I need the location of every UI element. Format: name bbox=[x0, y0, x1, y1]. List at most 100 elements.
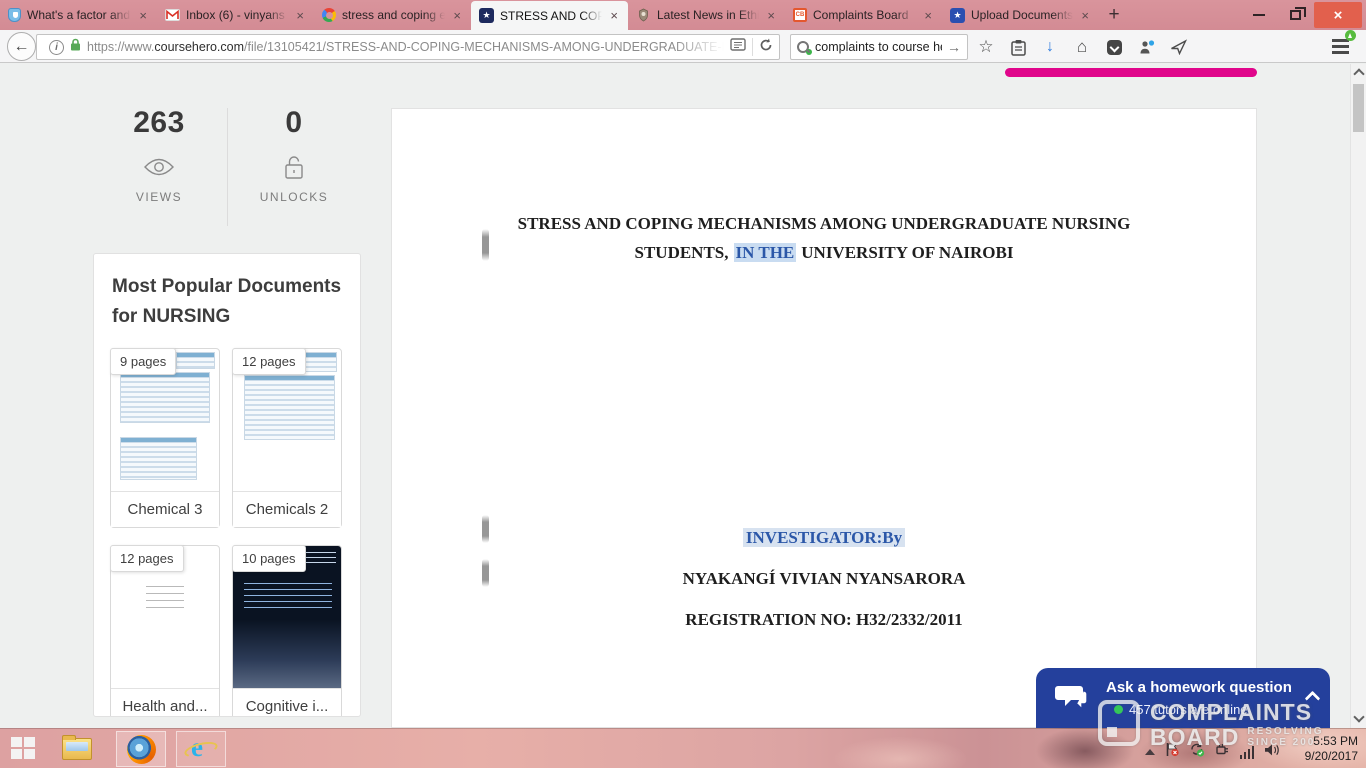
views-stat: 263 VIEWS bbox=[99, 106, 219, 204]
shield-favicon-icon bbox=[8, 8, 21, 22]
pocket-icon[interactable] bbox=[1104, 40, 1124, 55]
address-bar[interactable]: i https://www.coursehero.com/file/131054… bbox=[36, 34, 780, 60]
doc-card-cognitive[interactable]: 10 pages Cognitive i... bbox=[232, 545, 342, 717]
thumb-table bbox=[120, 372, 211, 423]
restore-button[interactable] bbox=[1278, 2, 1312, 28]
bookmark-star-icon[interactable]: ☆ bbox=[976, 37, 996, 57]
thumb-text-lines bbox=[146, 586, 185, 608]
start-button[interactable] bbox=[11, 737, 37, 761]
page-info-icon[interactable]: i bbox=[49, 40, 64, 55]
windows-taskbar: e 5:53 PM 9/20/2017 bbox=[0, 728, 1366, 768]
chevron-up-icon[interactable] bbox=[1306, 690, 1318, 702]
reader-mode-icon[interactable] bbox=[730, 38, 746, 56]
tab-close-icon[interactable]: × bbox=[922, 8, 934, 23]
menu-hamburger-icon[interactable] bbox=[1330, 36, 1352, 56]
windows-logo-icon bbox=[24, 749, 35, 759]
document-title-line1: STRESS AND COPING MECHANISMS AMONG UNDER… bbox=[452, 209, 1196, 238]
scroll-up-icon[interactable] bbox=[1355, 68, 1363, 76]
firefox-icon bbox=[127, 735, 156, 764]
page-scrollbar[interactable] bbox=[1350, 64, 1366, 728]
doc-title[interactable]: Health and... bbox=[111, 688, 219, 717]
account-sync-icon[interactable] bbox=[1136, 39, 1156, 55]
send-tab-icon[interactable] bbox=[1168, 39, 1188, 55]
chat-bubbles-icon bbox=[1054, 682, 1092, 717]
url-path: /file/13105421/STRESS-AND-COPING-MECHANI… bbox=[244, 40, 724, 54]
google-favicon-icon bbox=[322, 8, 336, 22]
tab-coursehero-document-active[interactable]: ★ STRESS AND COPIN × bbox=[471, 1, 628, 30]
internet-explorer-icon: e bbox=[185, 734, 217, 764]
doc-card-health-and[interactable]: 12 pages Health and... bbox=[110, 545, 220, 717]
doc-title[interactable]: Cognitive i... bbox=[233, 688, 341, 717]
downloads-icon[interactable]: ↓ bbox=[1040, 38, 1060, 56]
thumb-table bbox=[244, 375, 335, 440]
tab-upload-documents[interactable]: ★ Upload Documents × bbox=[942, 0, 1099, 30]
show-hidden-icons-icon[interactable] bbox=[1145, 749, 1155, 755]
online-dot-icon bbox=[1114, 705, 1123, 714]
search-bar[interactable]: complaints to course hero → bbox=[790, 34, 968, 60]
internet-explorer-taskbar-button[interactable]: e bbox=[176, 731, 226, 767]
tab-close-icon[interactable]: × bbox=[294, 8, 306, 23]
taskbar-clock[interactable]: 5:53 PM 9/20/2017 bbox=[1305, 734, 1358, 764]
premium-cta-button-top[interactable] bbox=[1005, 68, 1257, 77]
doc-card-chemicals-2[interactable]: 12 pages Chemicals 2 bbox=[232, 348, 342, 528]
back-button[interactable]: ← bbox=[7, 32, 36, 61]
complaintsboard-favicon-icon: CB bbox=[793, 8, 807, 22]
tab-complaints-board[interactable]: CB Complaints Board × bbox=[785, 0, 942, 30]
file-explorer-icon[interactable] bbox=[62, 738, 92, 760]
search-input-value[interactable]: complaints to course hero bbox=[815, 40, 942, 54]
power-plug-icon[interactable] bbox=[1215, 742, 1230, 762]
https-lock-icon bbox=[70, 38, 81, 56]
thumb-table bbox=[176, 352, 215, 369]
document-author-line: NYAKANGÍ VIVIAN NYANSARORA bbox=[452, 564, 1196, 593]
tab-close-icon[interactable]: × bbox=[608, 8, 620, 23]
doc-title[interactable]: Chemicals 2 bbox=[233, 491, 341, 527]
minimize-icon bbox=[1253, 14, 1265, 16]
doc-title[interactable]: Chemical 3 bbox=[111, 491, 219, 527]
tab-gmail-inbox[interactable]: Inbox (6) - vinyans × bbox=[157, 0, 314, 30]
reload-icon[interactable] bbox=[759, 38, 773, 57]
tab-google-search[interactable]: stress and coping e × bbox=[314, 0, 471, 30]
network-signal-icon[interactable] bbox=[1240, 746, 1255, 759]
popular-doc-grid: 9 pages Chemical 3 12 pages Chemicals 2 … bbox=[94, 342, 360, 717]
action-center-flag-icon[interactable] bbox=[1165, 742, 1179, 762]
tab-title: stress and coping e bbox=[342, 8, 445, 22]
investigator-text: INVESTIGATOR:By bbox=[743, 528, 905, 547]
tab-title: STRESS AND COPIN bbox=[500, 9, 602, 23]
tab-close-icon[interactable]: × bbox=[1079, 8, 1091, 23]
windows-logo-icon bbox=[11, 737, 22, 747]
minimize-button[interactable] bbox=[1242, 2, 1276, 28]
tab-latest-news[interactable]: Latest News in Ethi × bbox=[628, 0, 785, 30]
scroll-down-icon[interactable] bbox=[1355, 714, 1363, 722]
unlocks-stat: 0 UNLOCKS bbox=[234, 106, 354, 204]
tab-whats-a-factor[interactable]: What's a factor and × bbox=[0, 0, 157, 30]
crest-favicon-icon bbox=[636, 8, 651, 23]
windows-logo-icon bbox=[11, 749, 22, 759]
title-tracked-change: IN THE bbox=[734, 243, 797, 262]
homework-question-widget[interactable]: Ask a homework question 457 tutors are o… bbox=[1036, 668, 1330, 728]
tab-close-icon[interactable]: × bbox=[451, 8, 463, 23]
sync-status-icon[interactable] bbox=[1189, 742, 1205, 762]
firefox-taskbar-button[interactable] bbox=[116, 731, 166, 767]
title-post: UNIVERSITY OF NAIROBI bbox=[801, 243, 1013, 262]
search-go-icon[interactable]: → bbox=[947, 39, 961, 55]
doc-card-chemical-3[interactable]: 9 pages Chemical 3 bbox=[110, 348, 220, 528]
popular-heading: Most Popular Documents for NURSING bbox=[94, 254, 360, 342]
volume-icon[interactable] bbox=[1264, 743, 1280, 762]
tutors-online-text: 457 tutors are online bbox=[1129, 702, 1248, 717]
document-registration-line: REGISTRATION NO: H32/2332/2011 bbox=[452, 605, 1196, 634]
close-window-button[interactable]: × bbox=[1314, 2, 1362, 28]
scrollbar-thumb[interactable] bbox=[1353, 84, 1364, 132]
new-tab-button[interactable]: + bbox=[1099, 0, 1129, 30]
tab-close-icon[interactable]: × bbox=[137, 8, 149, 23]
chat-widget-title: Ask a homework question bbox=[1106, 679, 1292, 696]
most-popular-documents-card: Most Popular Documents for NURSING 9 pag… bbox=[93, 253, 361, 717]
unlocks-count: 0 bbox=[234, 106, 354, 140]
home-icon[interactable]: ⌂ bbox=[1072, 37, 1092, 57]
unlocks-label: UNLOCKS bbox=[234, 190, 354, 204]
bookmarks-sidebar-icon[interactable] bbox=[1008, 39, 1028, 56]
coursehero-favicon-icon: ★ bbox=[950, 8, 965, 23]
restore-icon bbox=[1290, 10, 1301, 20]
url-text: https://www.coursehero.com/file/13105421… bbox=[87, 40, 724, 54]
views-label: VIEWS bbox=[99, 190, 219, 204]
tab-close-icon[interactable]: × bbox=[765, 8, 777, 23]
